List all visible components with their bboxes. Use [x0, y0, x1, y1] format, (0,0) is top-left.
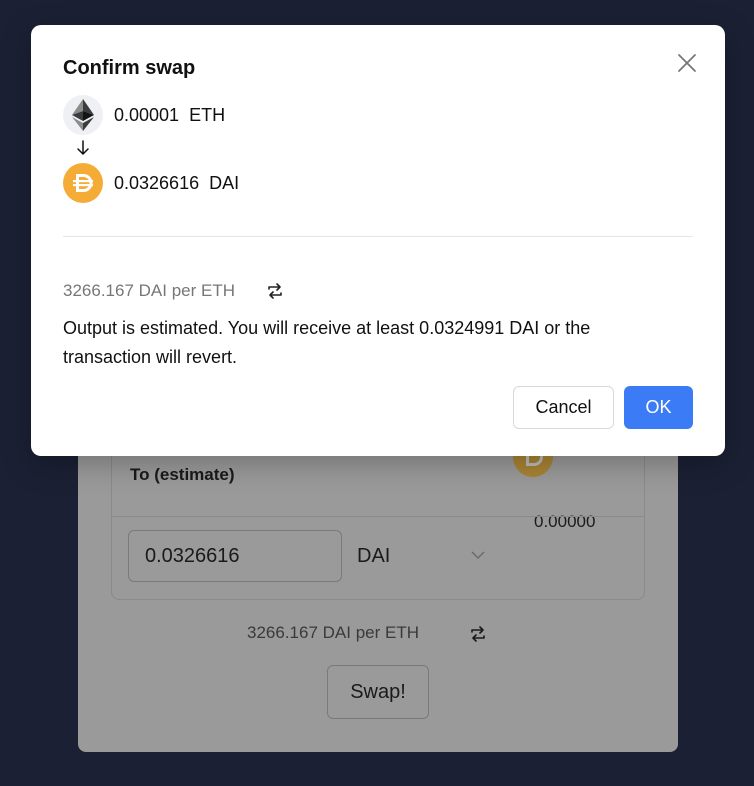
cancel-button[interactable]: Cancel — [513, 386, 614, 429]
exchange-rate: 3266.167 DAI per ETH — [63, 281, 235, 300]
eth-icon — [63, 95, 103, 135]
swap-button[interactable]: Swap! — [327, 665, 429, 719]
output-estimate-note: Output is estimated. You will receive at… — [63, 318, 591, 367]
ok-button[interactable]: OK — [624, 386, 693, 429]
panel-divider — [112, 516, 644, 517]
close-icon[interactable] — [675, 51, 699, 75]
to-symbol: DAI — [209, 172, 240, 193]
modal-title: Confirm swap — [63, 57, 196, 79]
modal-divider — [63, 236, 693, 237]
exchange-rate: 3266.167 DAI per ETH — [247, 623, 419, 642]
confirm-swap-modal: Confirm swap 0.00001 ETH 0.0326616 DAI 3… — [31, 25, 725, 456]
from-amount: 0.00001 — [114, 104, 180, 125]
to-amount-input[interactable]: 0.0326616 — [128, 530, 342, 582]
from-token-row: 0.00001 ETH — [63, 95, 225, 135]
swap-arrows-icon[interactable] — [469, 625, 487, 643]
to-balance: 0.00000 — [534, 512, 596, 531]
swap-arrows-icon[interactable] — [266, 282, 284, 300]
from-symbol: ETH — [189, 104, 226, 125]
to-token-row: 0.0326616 DAI — [63, 163, 239, 203]
to-estimate-label: To (estimate) — [130, 465, 235, 484]
arrow-down-icon — [77, 140, 89, 155]
dai-icon — [63, 163, 103, 203]
rate-row: 3266.167 DAI per ETH — [63, 281, 284, 301]
to-token-select[interactable]: DAI — [357, 545, 390, 568]
chevron-down-icon[interactable] — [470, 547, 486, 563]
to-amount: 0.0326616 — [114, 172, 200, 193]
